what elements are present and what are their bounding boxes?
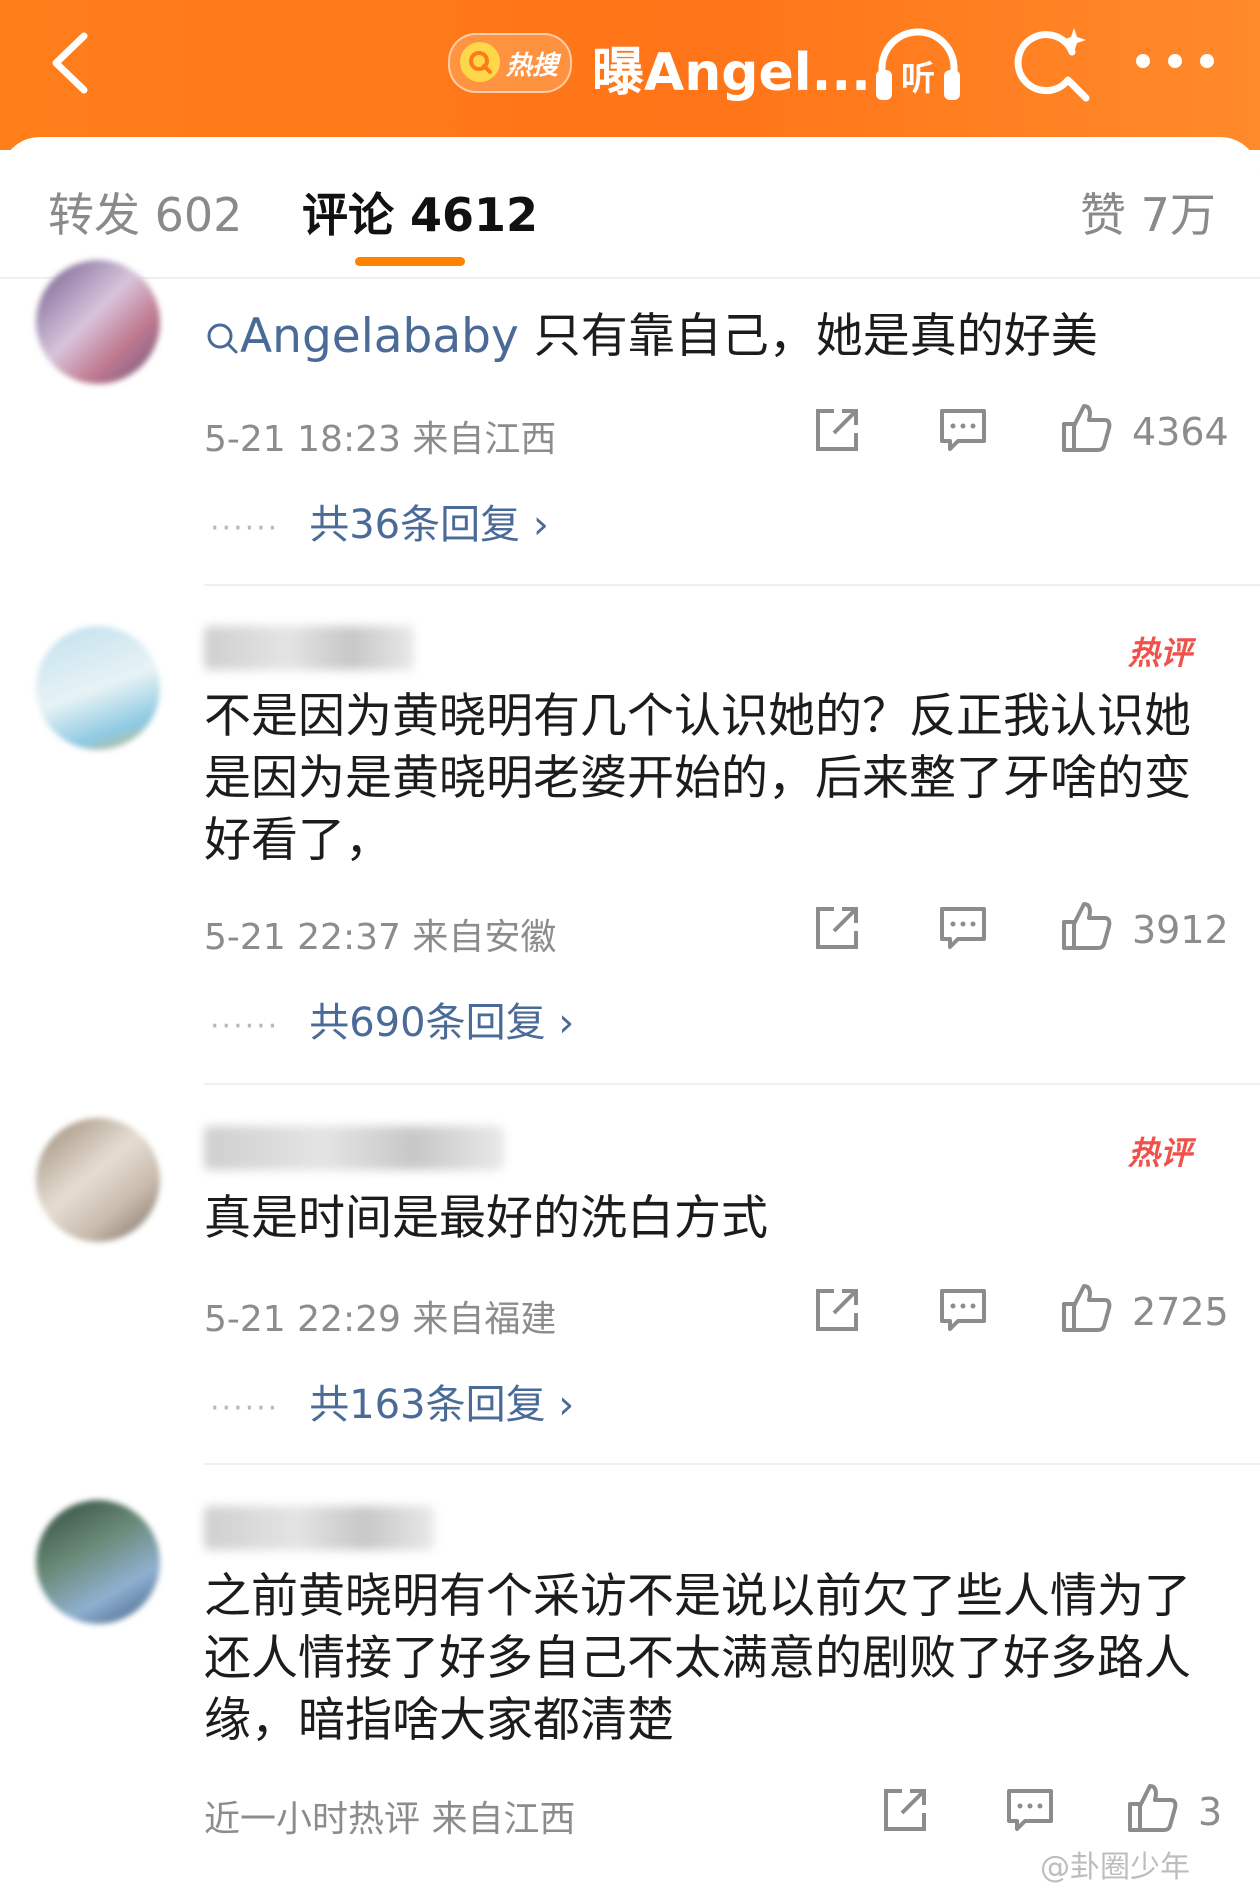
mention-text: Angelababy — [240, 309, 519, 364]
chevron-right-icon: › — [558, 1000, 575, 1046]
share-icon — [816, 907, 858, 949]
share-button[interactable] — [812, 405, 862, 455]
comment-meta: 5-21 18:23 来自江西 — [204, 419, 557, 460]
reply-button[interactable] — [938, 1285, 988, 1335]
page-title: 曝Angel... — [592, 43, 871, 103]
tab-like[interactable]: 赞 7万 — [1080, 179, 1216, 245]
reply-button[interactable] — [1005, 1785, 1055, 1835]
like-count: 3912 — [1132, 908, 1229, 952]
hot-search-label: 热搜 — [506, 51, 559, 81]
share-button[interactable] — [812, 903, 862, 953]
back-button[interactable] — [40, 28, 110, 98]
hot-search-badge[interactable]: 热搜 — [448, 33, 572, 93]
username-blurred[interactable] — [204, 626, 414, 670]
comment-body: 只有靠自己，她是真的好美 — [518, 309, 1098, 364]
more-dot-icon — [1200, 54, 1214, 68]
comment-icon — [940, 1289, 986, 1331]
mention-link[interactable]: Angelababy — [204, 309, 519, 364]
comment-text: 真是时间是最好的洗白方式 — [204, 1191, 768, 1246]
search-icon — [207, 323, 238, 354]
comment-text: 之前黄晓明有个采访不是说以前欠了些人情为了还人情接了好多自己不太满意的剧败了好多… — [204, 1569, 1191, 1748]
avatar[interactable] — [36, 1500, 160, 1624]
watermark: @卦圈少年 — [1040, 1850, 1190, 1885]
comment-meta: 5-21 22:37 来自安徽 — [204, 917, 557, 958]
divider — [204, 1083, 1260, 1085]
reply-button[interactable] — [938, 903, 988, 953]
share-button[interactable] — [880, 1785, 930, 1835]
avatar[interactable] — [36, 626, 160, 750]
listen-button[interactable]: 听 — [872, 24, 964, 104]
thumbs-up-icon — [1062, 902, 1112, 950]
chevron-right-icon: › — [532, 502, 549, 548]
like-count: 4364 — [1132, 410, 1229, 454]
replies-count: 共163条回复 — [309, 1382, 546, 1428]
active-tab-indicator — [355, 257, 465, 266]
view-replies-link[interactable]: ······ 共163条回复 › — [210, 1372, 574, 1430]
top-bar: 热搜 曝Angel... 听 — [0, 0, 1260, 150]
thumbs-up-icon — [1062, 1284, 1112, 1332]
thumbs-up-icon — [1128, 1784, 1178, 1832]
chevron-right-icon: › — [558, 1382, 575, 1428]
like-button[interactable] — [1060, 402, 1112, 452]
replies-dots: ······ — [210, 1391, 280, 1426]
like-button[interactable] — [1060, 900, 1112, 950]
avatar[interactable] — [36, 1118, 160, 1242]
username-blurred[interactable] — [204, 1506, 434, 1550]
like-count: 2725 — [1132, 1290, 1229, 1334]
replies-dots: ······ — [210, 511, 280, 546]
like-count: 3 — [1198, 1790, 1223, 1834]
like-button[interactable] — [1060, 1282, 1112, 1332]
replies-count: 共690条回复 — [309, 1000, 546, 1046]
thumbs-up-icon — [1062, 404, 1112, 452]
comment-meta: 近一小时热评 来自江西 — [204, 1799, 576, 1840]
search-icon — [460, 42, 500, 82]
more-dot-icon — [1136, 54, 1150, 68]
share-icon — [816, 409, 858, 451]
share-icon — [816, 1289, 858, 1331]
reply-button[interactable] — [938, 405, 988, 455]
comment-icon — [1007, 1789, 1053, 1831]
like-button[interactable] — [1126, 1782, 1178, 1832]
chevron-left-icon — [52, 32, 88, 94]
comment-icon — [940, 907, 986, 949]
comment-text: 不是因为黄晓明有几个认识她的？反正我认识她是因为是黄晓明老婆开始的，后来整了牙啥… — [204, 689, 1191, 868]
hot-comment-badge: 热评 — [1128, 634, 1193, 672]
view-replies-link[interactable]: ······ 共690条回复 › — [210, 990, 574, 1048]
tab-repost[interactable]: 转发 602 — [48, 179, 242, 245]
comment-meta: 5-21 22:29 来自福建 — [204, 1299, 557, 1340]
divider — [204, 584, 1260, 586]
hot-comment-badge: 热评 — [1128, 1134, 1193, 1172]
search-button[interactable] — [1010, 22, 1094, 106]
view-replies-link[interactable]: ······ 共36条回复 › — [210, 492, 549, 550]
listen-label: 听 — [901, 59, 935, 99]
headphones-icon: 听 — [876, 28, 960, 100]
more-dot-icon — [1168, 54, 1182, 68]
more-button[interactable] — [1130, 40, 1220, 80]
comment-text: Angelababy 只有靠自己，她是真的好美 — [204, 306, 1204, 368]
replies-dots: ······ — [210, 1009, 280, 1044]
username-blurred[interactable] — [204, 1126, 504, 1170]
comment-icon — [940, 409, 986, 451]
tab-comment[interactable]: 评论 4612 — [302, 179, 538, 245]
replies-count: 共36条回复 — [309, 502, 521, 548]
divider — [204, 1463, 1260, 1465]
share-button[interactable] — [812, 1285, 862, 1335]
search-sparkle-icon — [1014, 28, 1090, 102]
avatar[interactable] — [36, 260, 160, 384]
share-icon — [884, 1789, 926, 1831]
tab-bar: 转发 602 评论 4612 赞 7万 — [0, 137, 1260, 277]
